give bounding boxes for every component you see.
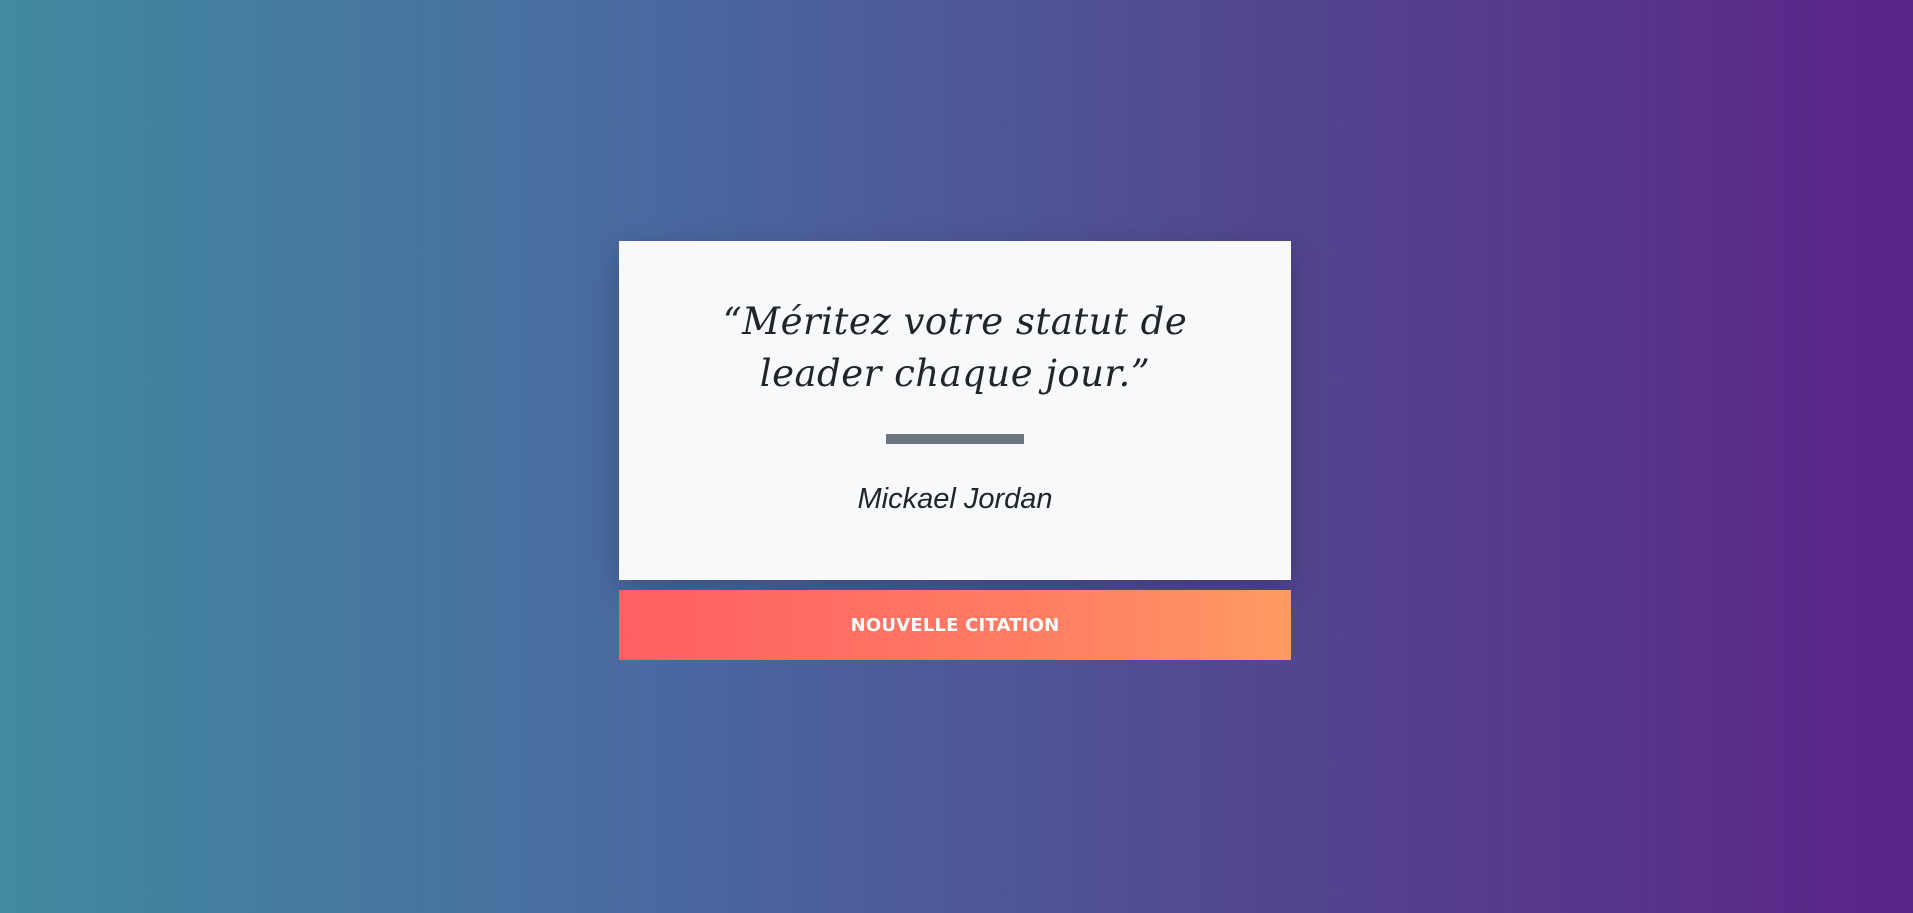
quote-author: Mickael Jordan <box>857 483 1053 515</box>
quote-card: “Méritez votre statut de leader chaque j… <box>619 241 1291 580</box>
new-quote-button[interactable]: NOUVELLE CITATION <box>619 590 1291 660</box>
quote-text: “Méritez votre statut de leader chaque j… <box>722 300 1188 395</box>
quote-divider <box>886 434 1024 444</box>
